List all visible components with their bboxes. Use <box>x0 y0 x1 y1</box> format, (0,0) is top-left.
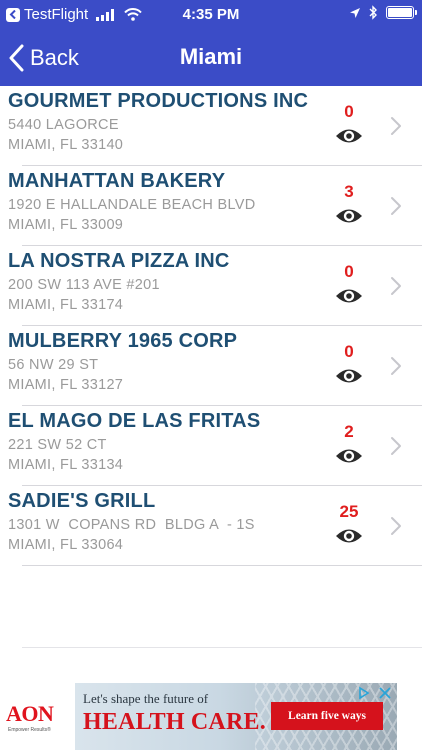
list-item[interactable]: GOURMET PRODUCTIONS INC 5440 LAGORCE MIA… <box>0 86 422 166</box>
ad-cta-button[interactable]: Learn five ways <box>271 702 383 730</box>
divider <box>22 565 422 566</box>
ad-brand-logo: AON Empower Results® <box>0 683 76 750</box>
status-bar: TestFlight 4:35 PM <box>0 0 422 30</box>
restaurant-city: MIAMI, FL 33134 <box>8 457 124 473</box>
eye-icon[interactable] <box>335 126 363 146</box>
violation-count: 3 <box>344 182 354 201</box>
chevron-right-icon <box>391 197 401 215</box>
eye-icon[interactable] <box>335 526 363 546</box>
restaurant-address: 5440 LAGORCE <box>8 117 119 133</box>
header: TestFlight 4:35 PM Back Miami <box>0 0 422 86</box>
restaurant-city: MIAMI, FL 33174 <box>8 297 124 313</box>
restaurant-name: GOURMET PRODUCTIONS INC <box>8 90 309 112</box>
list-item[interactable]: EL MAGO DE LAS FRITAS 221 SW 52 CT MIAMI… <box>0 406 422 486</box>
ad-banner[interactable]: AON Empower Results® Let's shape the fut… <box>0 683 422 750</box>
ad-headline: HEALTH CARE. <box>83 709 266 735</box>
restaurant-city: MIAMI, FL 33009 <box>8 217 124 233</box>
restaurant-city: MIAMI, FL 33064 <box>8 537 124 553</box>
eye-icon[interactable] <box>335 366 363 386</box>
eye-icon[interactable] <box>335 446 363 466</box>
location-arrow-icon <box>349 7 361 19</box>
restaurant-address: 1920 E HALLANDALE BEACH BLVD <box>8 197 256 213</box>
bluetooth-icon <box>369 5 378 20</box>
status-right <box>349 5 417 20</box>
ad-tagline: Let's shape the future of <box>83 691 209 706</box>
page-title: Miami <box>179 44 243 69</box>
restaurant-city: MIAMI, FL 33140 <box>8 137 124 153</box>
nav-bar: Back Miami <box>0 30 422 86</box>
battery-icon <box>386 6 417 19</box>
ad-right-panel <box>397 683 422 750</box>
violation-count: 2 <box>344 422 354 441</box>
list-item[interactable]: SADIE'S GRILL 1301 W COPANS RD BLDG A - … <box>0 486 422 566</box>
ad-body: Let's shape the future of HEALTH CARE. L… <box>75 683 397 750</box>
violation-count: 0 <box>344 342 354 361</box>
chevron-right-icon <box>391 277 401 295</box>
ad-brand-name: AON <box>6 701 54 726</box>
restaurant-name: MANHATTAN BAKERY <box>8 170 226 192</box>
restaurant-name: EL MAGO DE LAS FRITAS <box>8 410 261 432</box>
close-icon[interactable] <box>378 686 392 700</box>
divider <box>22 647 422 648</box>
restaurant-name: MULBERRY 1965 CORP <box>8 330 238 352</box>
restaurant-address: 1301 W COPANS RD BLDG A - 1S <box>8 517 255 533</box>
restaurant-list: GOURMET PRODUCTIONS INC 5440 LAGORCE MIA… <box>0 86 422 566</box>
ad-choices-icon[interactable] <box>357 686 371 700</box>
list-item[interactable]: LA NOSTRA PIZZA INC 200 SW 113 AVE #201 … <box>0 246 422 326</box>
list-item[interactable]: MANHATTAN BAKERY 1920 E HALLANDALE BEACH… <box>0 166 422 246</box>
eye-icon[interactable] <box>335 206 363 226</box>
chevron-right-icon <box>391 117 401 135</box>
ad-brand-sub: Empower Results® <box>8 727 51 733</box>
chevron-right-icon <box>391 437 401 455</box>
violation-count: 25 <box>339 502 359 521</box>
restaurant-address: 221 SW 52 CT <box>8 437 107 453</box>
restaurant-name: SADIE'S GRILL <box>8 490 156 512</box>
chevron-right-icon <box>391 357 401 375</box>
violation-count: 0 <box>344 262 354 281</box>
app-screen: TestFlight 4:35 PM Back Miami GOURMET PR… <box>0 0 422 750</box>
eye-icon[interactable] <box>335 286 363 306</box>
restaurant-address: 56 NW 29 ST <box>8 357 99 373</box>
violation-count: 0 <box>344 102 354 121</box>
restaurant-address: 200 SW 113 AVE #201 <box>8 277 160 293</box>
chevron-right-icon <box>391 517 401 535</box>
list-item[interactable]: MULBERRY 1965 CORP 56 NW 29 ST MIAMI, FL… <box>0 326 422 406</box>
restaurant-city: MIAMI, FL 33127 <box>8 377 124 393</box>
restaurant-name: LA NOSTRA PIZZA INC <box>8 250 230 272</box>
